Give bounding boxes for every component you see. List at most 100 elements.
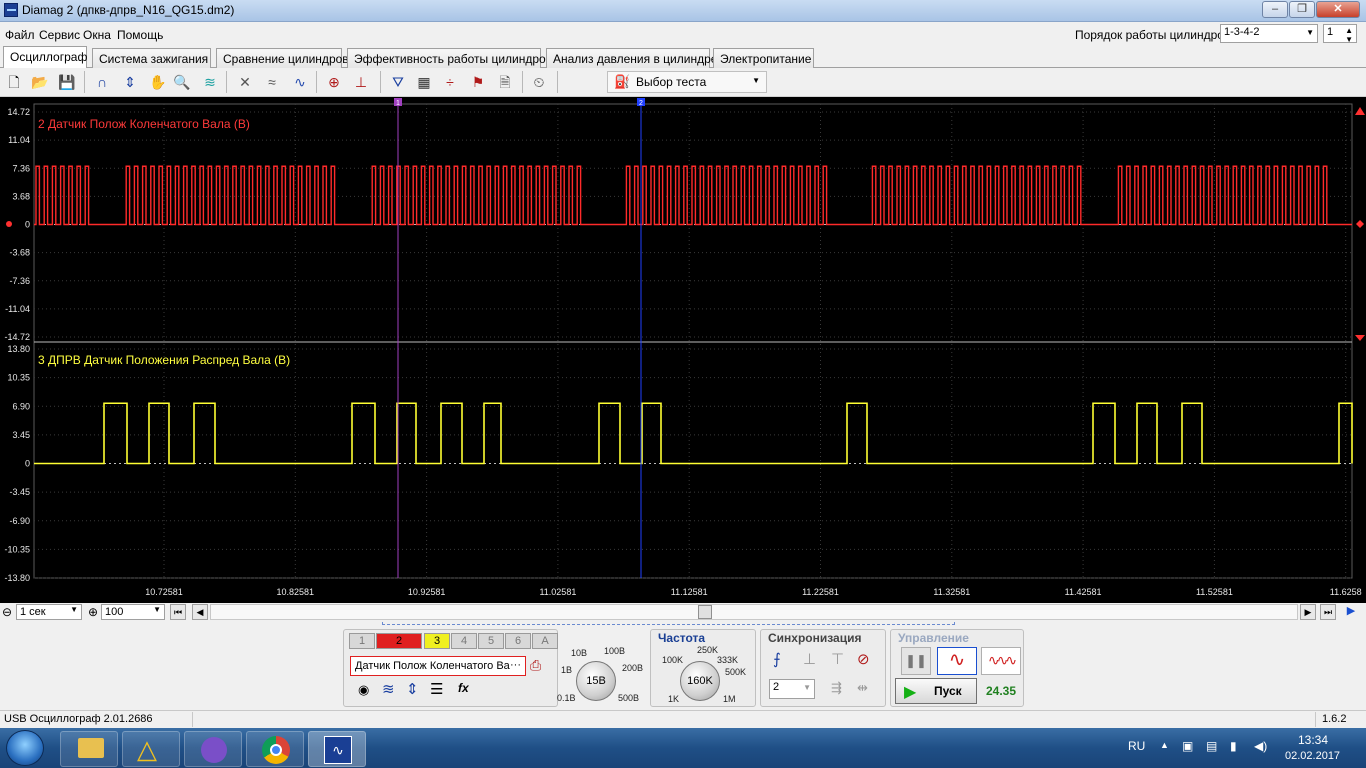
rising-edge-icon[interactable]: ⨍ bbox=[773, 650, 781, 668]
start-button[interactable] bbox=[6, 730, 44, 766]
filter-icon[interactable]: ⛛ bbox=[388, 72, 408, 92]
range-knob[interactable]: 15B bbox=[576, 661, 616, 701]
channel-1-button[interactable]: 1 bbox=[349, 633, 375, 649]
rising-step-icon[interactable]: ⊥ bbox=[803, 650, 816, 668]
play-icon[interactable]: ▶ bbox=[1343, 604, 1359, 620]
single-wave-icon[interactable]: ∿ bbox=[937, 647, 977, 675]
control-panel: 1 2 3 4 5 6 A Датчик Полож Коленчатого В… bbox=[0, 621, 1366, 710]
taskbar-diamag[interactable]: ∿ bbox=[308, 731, 366, 767]
channel-name-field[interactable]: Датчик Полож Коленчатого Ва ··· bbox=[350, 656, 526, 676]
signal-icon[interactable]: ▮ bbox=[1230, 739, 1237, 753]
test-select[interactable]: ⛽ Выбор теста ▼ bbox=[607, 71, 767, 93]
auto-scale-icon[interactable]: ⊕ bbox=[324, 72, 344, 92]
frequency-label: 1M bbox=[723, 694, 736, 704]
channel-probe-icon[interactable]: ⎙ bbox=[530, 657, 541, 674]
tab-cylinder-efficiency[interactable]: Эффективность работы цилиндров bbox=[347, 48, 552, 68]
close-button[interactable]: ✕ bbox=[1316, 1, 1360, 18]
lines-icon[interactable]: ☰ bbox=[430, 680, 443, 698]
vertical-scale-icon[interactable]: ⇕ bbox=[120, 72, 140, 92]
tab-power-supply[interactable]: Электропитание bbox=[713, 48, 814, 68]
channel-name-more-button[interactable]: ··· bbox=[510, 659, 521, 671]
vertical-move-icon[interactable]: ⇕ bbox=[406, 680, 419, 698]
waveform-icon[interactable]: ≋ bbox=[382, 680, 395, 698]
hand-pan-icon[interactable]: ✋ bbox=[148, 72, 168, 92]
clock-time[interactable]: 13:34 bbox=[1298, 733, 1328, 747]
zoom-out-icon[interactable]: ⊖ bbox=[2, 605, 12, 619]
eye-icon[interactable]: ◉ bbox=[358, 682, 369, 698]
flag-icon[interactable]: ⚑ bbox=[468, 72, 488, 92]
minimize-button[interactable]: – bbox=[1262, 1, 1288, 18]
cursor-split-icon[interactable]: ÷ bbox=[440, 72, 460, 92]
tab-ignition[interactable]: Система зажигания bbox=[92, 48, 211, 68]
menu-file[interactable]: Файл bbox=[5, 28, 35, 42]
multi-trace-icon[interactable]: ≈ bbox=[262, 72, 282, 92]
taskbar-viber[interactable] bbox=[184, 731, 242, 767]
frequency-knob[interactable]: 160K bbox=[680, 661, 720, 701]
document-icon[interactable]: 🗎 bbox=[495, 72, 515, 92]
language-indicator[interactable]: RU bbox=[1128, 739, 1145, 753]
channel-a-button[interactable]: A bbox=[532, 633, 558, 649]
go-start-icon[interactable]: ⏮ bbox=[170, 604, 186, 620]
sync-level-icon[interactable]: ⇶ bbox=[831, 680, 842, 696]
scroll-right-icon[interactable]: ▶ bbox=[1300, 604, 1316, 620]
zoom-in-icon[interactable]: ⊕ bbox=[88, 605, 98, 619]
timebase-select[interactable]: 1 сек ▼ bbox=[16, 604, 82, 620]
x-tick-label: 11.32581 bbox=[933, 587, 970, 597]
toolbar: 🗋 📂 💾 ∩ ⇕ ✋ 🔍 ≋ ✕ ≈ ∿ ⊕ ⊥ ⛛ ▦ ÷ ⚑ 🗎 ⏲ ⛽ … bbox=[0, 68, 1366, 97]
spinner-arrows-icon: ▲ ▼ bbox=[1345, 26, 1353, 44]
zoom-icon[interactable]: 🔍 bbox=[172, 72, 192, 92]
tab-cylinder-compare[interactable]: Сравнение цилиндров bbox=[216, 48, 349, 68]
cross-trace-icon[interactable]: ✕ bbox=[235, 72, 255, 92]
magnet-icon[interactable]: ∩ bbox=[92, 72, 112, 92]
save-icon[interactable]: 💾 bbox=[57, 72, 77, 92]
scrollbar-thumb[interactable] bbox=[698, 605, 712, 619]
waveform-stack-icon[interactable]: ≋ bbox=[200, 72, 220, 92]
tab-cylinder-pressure[interactable]: Анализ давления в цилиндре bbox=[546, 48, 717, 68]
falling-step-icon[interactable]: ⊤ bbox=[831, 650, 844, 668]
function-icon[interactable]: fx bbox=[458, 681, 469, 695]
toolbar-separator bbox=[84, 71, 85, 93]
channel-6-button[interactable]: 6 bbox=[505, 633, 531, 649]
menu-windows[interactable]: Окна bbox=[83, 28, 111, 42]
scroll-left-icon[interactable]: ◀ bbox=[192, 604, 208, 620]
zoom-select[interactable]: 100 ▼ bbox=[101, 604, 165, 620]
go-end-icon[interactable]: ⏭ bbox=[1320, 604, 1336, 620]
sync-off-icon[interactable]: ⊘ bbox=[857, 650, 870, 668]
menu-help[interactable]: Помощь bbox=[117, 28, 163, 42]
sync-position-icon[interactable]: ⇹ bbox=[857, 680, 868, 696]
auto-setup-icon[interactable]: ⏲ bbox=[529, 72, 549, 92]
network-icon[interactable]: ▣ bbox=[1182, 739, 1193, 753]
channel-2-button[interactable]: 2 bbox=[376, 633, 422, 649]
scope-canvas[interactable]: 14.72 11.04 7.36 3.68 0 -3.68 -7.36 -11.04 -14.7… bbox=[0, 97, 1366, 603]
cylinder-spinner[interactable]: 1 ▲ ▼ bbox=[1323, 24, 1357, 44]
tab-oscilloscope[interactable]: Осциллограф bbox=[3, 46, 87, 69]
panel-handle[interactable] bbox=[382, 622, 955, 625]
chevron-down-icon: ▼ bbox=[752, 76, 760, 85]
channel-3-button[interactable]: 3 bbox=[424, 633, 450, 649]
taskbar-app-triangle[interactable]: △ bbox=[122, 731, 180, 767]
zero-level-icon[interactable]: ⊥ bbox=[351, 72, 371, 92]
new-file-icon[interactable]: 🗋 bbox=[4, 72, 24, 92]
volume-icon[interactable]: ◀) bbox=[1254, 739, 1267, 753]
continuous-wave-icon[interactable]: ∿∿∿ bbox=[981, 647, 1021, 675]
sine-trace-icon[interactable]: ∿ bbox=[290, 72, 310, 92]
start-button[interactable]: ▶ Пуск bbox=[895, 678, 977, 704]
open-folder-icon[interactable]: 📂 bbox=[30, 72, 50, 92]
channel-top-right-marker bbox=[1356, 220, 1364, 228]
sync-channel-select[interactable]: 2 ▼ bbox=[769, 679, 815, 699]
device-icon[interactable]: ▤ bbox=[1206, 739, 1217, 753]
oscilloscope-display[interactable]: 14.72 11.04 7.36 3.68 0 -3.68 -7.36 -11.04 -14.7… bbox=[0, 97, 1366, 603]
menu-service[interactable]: Сервис bbox=[39, 28, 80, 42]
firing-order-select[interactable]: 1-3-4-2 ▼ bbox=[1220, 24, 1318, 43]
horizontal-scrollbar[interactable] bbox=[210, 604, 1298, 620]
channel-5-button[interactable]: 5 bbox=[478, 633, 504, 649]
tray-expand-icon[interactable]: ▲ bbox=[1160, 740, 1169, 750]
channel-4-button[interactable]: 4 bbox=[451, 633, 477, 649]
maximize-button[interactable]: ❐ bbox=[1289, 1, 1315, 18]
channel-top-zero-marker bbox=[6, 221, 12, 227]
taskbar-explorer[interactable] bbox=[60, 731, 118, 767]
pause-icon[interactable]: ❚❚ bbox=[901, 647, 931, 675]
taskbar-chrome[interactable] bbox=[246, 731, 304, 767]
grid-icon[interactable]: ▦ bbox=[414, 72, 434, 92]
clock-date[interactable]: 02.02.2017 bbox=[1285, 750, 1340, 762]
